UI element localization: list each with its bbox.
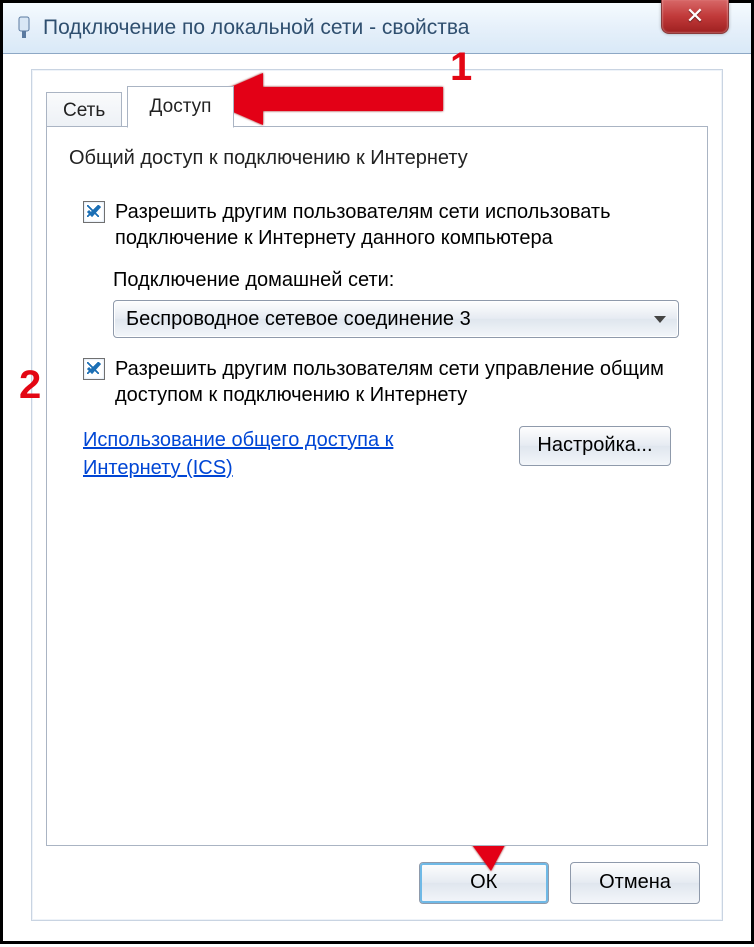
label-allow-manage: Разрешить другим пользователям сети упра… <box>115 356 671 408</box>
tab-pane-access: Общий доступ к подключению к Интернету Р… <box>46 126 708 846</box>
close-icon: ✕ <box>686 5 704 27</box>
dialog-body: Сеть Доступ Общий доступ к подключению к… <box>31 69 723 921</box>
checkbox-allow-manage[interactable] <box>83 358 105 380</box>
tab-access[interactable]: Доступ <box>127 86 235 128</box>
settings-button[interactable]: Настройка... <box>519 426 671 466</box>
group-legend: Общий доступ к подключению к Интернету <box>65 147 472 170</box>
row-allow-manage: Разрешить другим пользователям сети упра… <box>83 356 671 408</box>
cancel-button[interactable]: Отмена <box>570 862 700 904</box>
combo-value: Беспроводное сетевое соединение 3 <box>126 308 471 331</box>
button-bar: ОК Отмена <box>403 862 700 904</box>
close-button[interactable]: ✕ <box>661 0 729 34</box>
row-allow-use: Разрешить другим пользователям сети испо… <box>83 199 671 251</box>
ok-button[interactable]: ОК <box>419 862 549 904</box>
network-adapter-icon <box>15 16 33 40</box>
titlebar: Подключение по локальной сети - свойства… <box>3 3 751 54</box>
tab-network[interactable]: Сеть <box>46 92 122 130</box>
chevron-down-icon <box>654 316 666 323</box>
link-ics-help[interactable]: Использование общего доступа к Интернету… <box>83 426 443 482</box>
combo-home-connection[interactable]: Беспроводное сетевое соединение 3 <box>113 300 679 338</box>
group-ics: Общий доступ к подключению к Интернету Р… <box>65 159 689 516</box>
label-home-connection: Подключение домашней сети: <box>113 269 671 292</box>
window-title: Подключение по локальной сети - свойства <box>43 16 469 40</box>
checkbox-allow-use[interactable] <box>83 201 105 223</box>
tab-strip: Сеть Доступ <box>46 86 708 126</box>
label-allow-use: Разрешить другим пользователям сети испо… <box>115 199 671 251</box>
